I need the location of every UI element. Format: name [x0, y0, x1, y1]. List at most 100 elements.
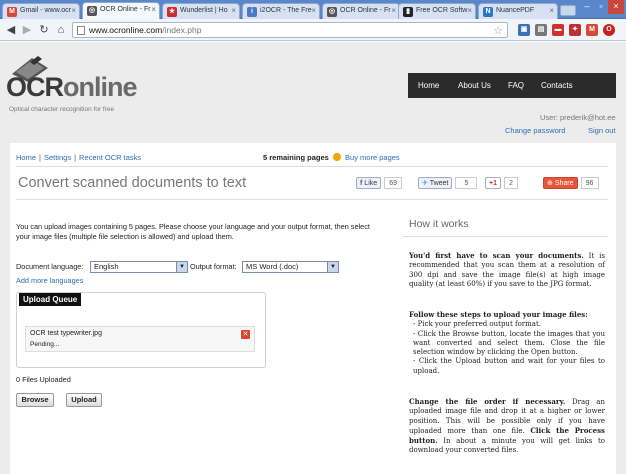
extension-icon[interactable]: ▤: [535, 24, 547, 36]
tab-label: Free OCR Softw: [416, 7, 468, 14]
freeocr-icon: ▮: [403, 7, 413, 17]
output-format-label: Output format:: [190, 262, 237, 271]
document-language-select[interactable]: English ▼: [90, 261, 188, 273]
nuance-icon: N: [483, 7, 493, 17]
browse-button[interactable]: Browse: [16, 393, 54, 407]
gmail-icon[interactable]: M: [586, 24, 598, 36]
close-window-icon[interactable]: ×: [608, 0, 624, 14]
forward-icon[interactable]: ▶: [20, 23, 34, 37]
buy-more-pages-link[interactable]: Buy more pages: [345, 153, 400, 162]
close-icon[interactable]: ×: [549, 6, 554, 15]
pdf-icon[interactable]: ▬: [552, 24, 564, 36]
plus-count: 2: [503, 177, 518, 189]
upload-button[interactable]: Upload: [66, 393, 102, 407]
coin-icon: [332, 153, 341, 161]
opera-icon[interactable]: O: [603, 24, 615, 36]
tab-i2ocr[interactable]: i i2OCR - The Fre ×: [242, 3, 320, 19]
ocr-icon: ◎: [87, 6, 97, 16]
share-widget[interactable]: ⊕ Share 96: [543, 177, 599, 190]
user-email: User: prederik@hot.ee: [540, 113, 616, 122]
page-icon: [77, 26, 85, 35]
nav-faq[interactable]: FAQ: [508, 81, 524, 90]
breadcrumb-settings[interactable]: Settings: [44, 153, 71, 162]
facebook-like-widget[interactable]: f Like 69: [356, 177, 403, 190]
like-label: Like: [364, 180, 378, 187]
twitter-icon: ✈: [422, 180, 428, 187]
share-button[interactable]: ⊕ Share: [543, 177, 578, 189]
back-icon[interactable]: ◀: [4, 23, 18, 37]
how-it-works-title: How it works: [403, 214, 608, 237]
reload-icon[interactable]: ↻: [37, 23, 51, 37]
home-icon[interactable]: ⌂: [54, 23, 68, 37]
bookmark-star-icon[interactable]: ☆: [493, 24, 503, 37]
browser-tab-strip: M Gmail - www.ocr × ◎ OCR Online - Fr × …: [0, 0, 626, 19]
file-name: OCR test typewriter.jpg: [30, 330, 102, 337]
i2ocr-icon: i: [247, 7, 257, 17]
output-format-select[interactable]: MS Word (.doc) ▼: [242, 261, 339, 273]
add-more-languages-link[interactable]: Add more languages: [16, 276, 83, 285]
close-icon[interactable]: ×: [311, 6, 316, 15]
how-step-1: - Pick your preferred output format.: [413, 320, 541, 329]
files-uploaded-count: 0 Files Uploaded: [16, 375, 71, 384]
tweet-button[interactable]: ✈ Tweet: [418, 177, 453, 189]
logo-ocr: OCR: [6, 72, 64, 102]
facebook-like-button[interactable]: f Like: [356, 177, 382, 189]
how-paragraph-scan: You'd first have to scan your documents.…: [409, 251, 605, 289]
upload-queue-title: Upload Queue: [19, 293, 82, 306]
chevron-down-icon: ▼: [176, 262, 187, 272]
tab-ocr-online[interactable]: ◎ OCR Online - Fr ×: [322, 3, 400, 19]
divider: [16, 166, 608, 167]
google-plus-widget[interactable]: +1 2: [485, 177, 518, 190]
close-icon[interactable]: ×: [391, 6, 396, 15]
browser-toolbar: ◀ ▶ ↻ ⌂ www.ocronline.com/index.php ☆ ▣ …: [0, 19, 626, 41]
address-bar[interactable]: www.ocronline.com/index.php ☆: [72, 22, 508, 38]
how-order-bold: Change the file order if necessary.: [409, 397, 566, 406]
close-icon[interactable]: ×: [467, 6, 472, 15]
minimize-icon[interactable]: –: [580, 0, 594, 14]
nav-contacts[interactable]: Contacts: [541, 81, 573, 90]
divider: [16, 199, 608, 200]
google-plus-button[interactable]: +1: [485, 177, 501, 189]
site-logo[interactable]: OCRonline: [6, 50, 146, 112]
tab-label: Wunderlist | Ho: [180, 7, 228, 14]
how-step-3: - Click the Upload button and wait for y…: [413, 357, 605, 375]
change-password-link[interactable]: Change password: [505, 126, 565, 135]
tab-free-ocr[interactable]: ▮ Free OCR Softw ×: [398, 3, 476, 19]
logo-text: OCRonline: [6, 72, 137, 103]
extension-icon[interactable]: ✦: [569, 24, 581, 36]
tab-label: OCR Online - Fr: [100, 6, 151, 13]
like-count: 69: [384, 177, 403, 189]
how-steps-bold: Follow these steps to upload your image …: [409, 310, 588, 319]
breadcrumb-recent-tasks[interactable]: Recent OCR tasks: [79, 153, 141, 162]
close-icon[interactable]: ×: [151, 5, 156, 14]
tweet-widget[interactable]: ✈ Tweet 5: [418, 177, 478, 190]
new-tab-button[interactable]: [560, 5, 576, 16]
url-path: /index.php: [162, 25, 202, 35]
main-content: Home | Settings | Recent OCR tasks 5 remaini…: [10, 143, 616, 474]
how-it-works-panel: How it works: [403, 214, 608, 237]
remove-file-icon[interactable]: ✕: [241, 330, 250, 339]
tab-label: Gmail - www.ocr: [20, 7, 71, 14]
remaining-count: 5 remaining pages: [263, 153, 329, 162]
share-label: Share: [554, 180, 574, 187]
how-step-2: - Click the Browse button, locate the im…: [413, 329, 605, 357]
tagline: Optical character recognition for free: [9, 106, 115, 113]
tab-ocr-online-active[interactable]: ◎ OCR Online - Fr ×: [82, 2, 160, 19]
remaining-pages: 5 remaining pages Buy more pages: [263, 153, 400, 162]
tab-wunderlist[interactable]: ★ Wunderlist | Ho ×: [162, 3, 240, 19]
queued-file: OCR test typewriter.jpg Pending... ✕: [25, 326, 255, 352]
nav-home[interactable]: Home: [418, 81, 439, 90]
logo-online: online: [63, 72, 137, 102]
close-icon[interactable]: ×: [231, 6, 236, 15]
tab-gmail[interactable]: M Gmail - www.ocr ×: [2, 3, 80, 19]
maximize-icon[interactable]: ▫: [594, 0, 608, 14]
tab-nuancepdf[interactable]: N NuancePDF ×: [478, 3, 558, 19]
how-process-text: In about a minute you will get links to …: [409, 437, 605, 455]
share-icon: ⊕: [547, 180, 553, 187]
close-icon[interactable]: ×: [71, 6, 76, 15]
breadcrumb-home[interactable]: Home: [16, 153, 36, 162]
nav-about-us[interactable]: About Us: [458, 81, 491, 90]
extension-icon[interactable]: ▣: [518, 24, 530, 36]
tab-label: i2OCR - The Fre: [260, 7, 312, 14]
sign-out-link[interactable]: Sign out: [588, 126, 616, 135]
